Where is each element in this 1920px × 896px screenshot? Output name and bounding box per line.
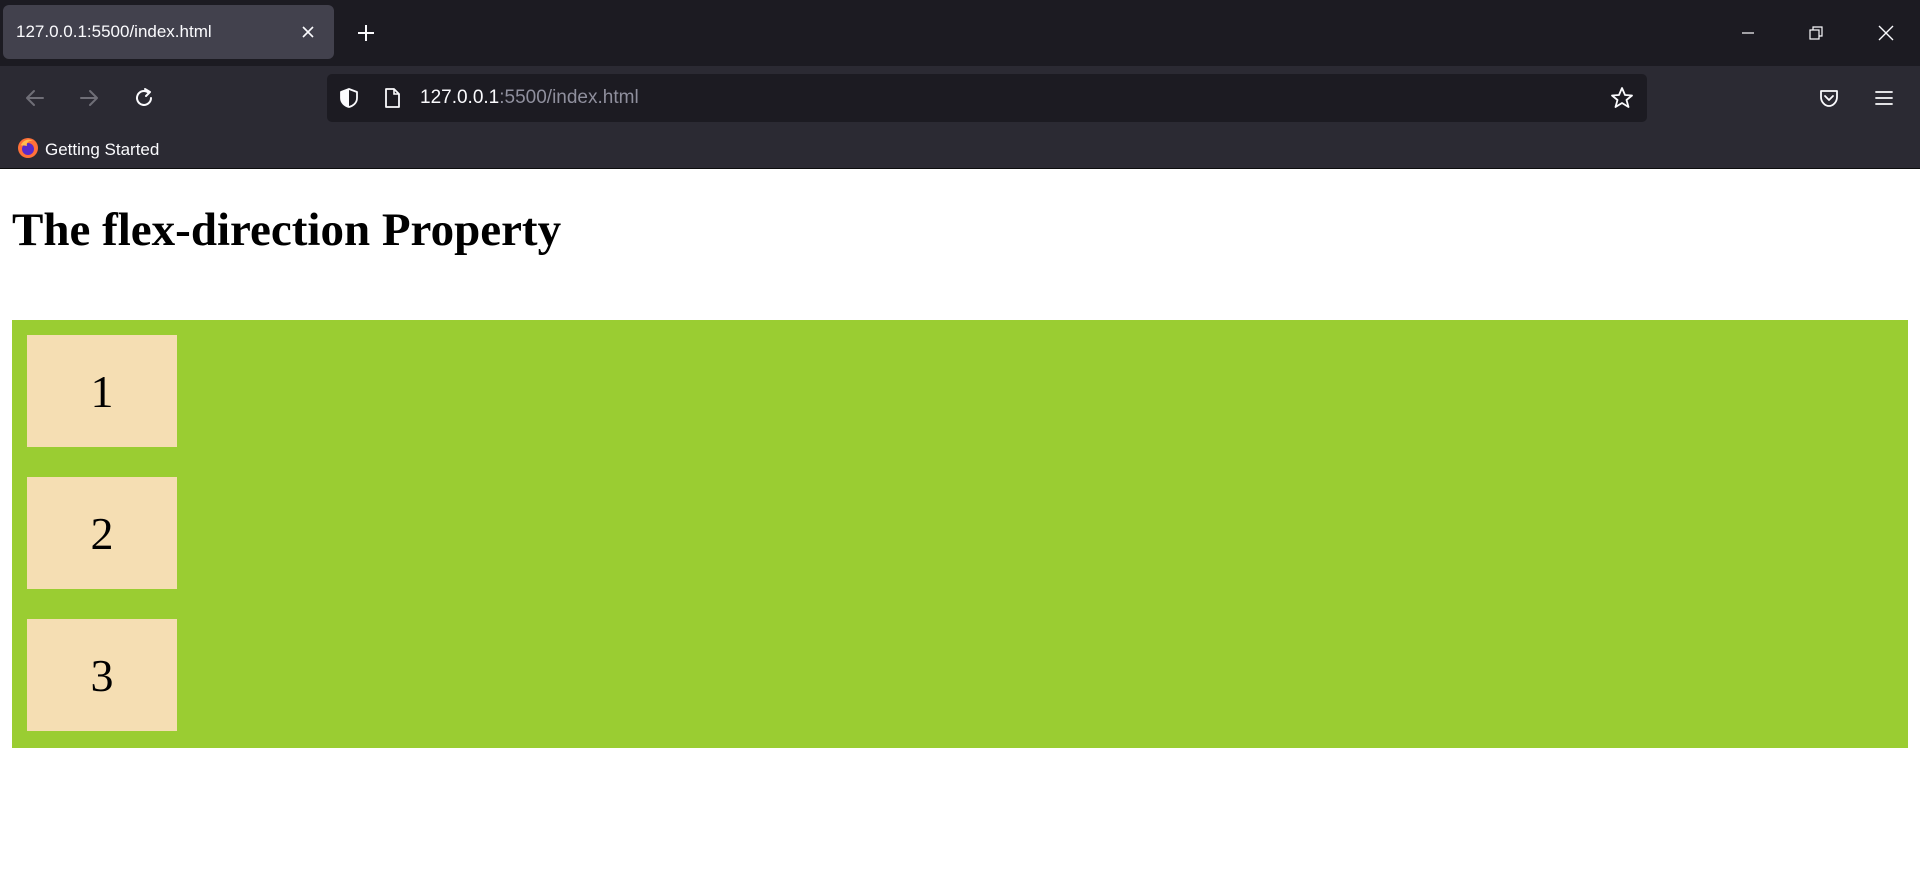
page-title: The flex-direction Property xyxy=(12,204,562,256)
url-path: :5500/index.html xyxy=(499,87,639,108)
forward-arrow-icon[interactable] xyxy=(71,80,107,116)
restore-icon[interactable] xyxy=(1782,0,1850,66)
shield-icon[interactable] xyxy=(337,86,361,110)
flex-container: 1 2 3 xyxy=(12,320,1908,748)
close-tab-icon[interactable] xyxy=(296,20,320,44)
browser-tab[interactable]: 127.0.0.1:5500/index.html xyxy=(3,5,334,59)
page-content: The flex-direction Property 1 2 3 xyxy=(0,169,1920,896)
minimize-icon[interactable] xyxy=(1714,0,1782,66)
url-host: 127.0.0.1 xyxy=(420,87,500,108)
bookmark-getting-started[interactable]: Getting Started xyxy=(17,138,159,162)
new-tab-icon[interactable] xyxy=(350,17,382,49)
page-icon[interactable] xyxy=(380,86,404,110)
pocket-icon[interactable] xyxy=(1811,80,1847,116)
bookmarks-toolbar: Getting Started xyxy=(0,130,1920,169)
menu-icon[interactable] xyxy=(1866,80,1902,116)
back-arrow-icon[interactable] xyxy=(17,80,53,116)
bookmark-label: Getting Started xyxy=(45,140,160,159)
tab-bar: 127.0.0.1:5500/index.html xyxy=(0,0,1920,66)
navigation-toolbar: 127.0.0.1:5500/index.html xyxy=(0,66,1920,130)
firefox-icon xyxy=(17,137,39,163)
flex-item-2: 2 xyxy=(27,477,177,589)
close-window-icon[interactable] xyxy=(1852,0,1920,66)
tab-title: 127.0.0.1:5500/index.html xyxy=(16,22,212,41)
flex-item-1: 1 xyxy=(27,335,177,447)
flex-item-3: 3 xyxy=(27,619,177,731)
reload-icon[interactable] xyxy=(126,80,162,116)
bookmark-star-icon[interactable] xyxy=(1610,86,1634,110)
url-text[interactable]: 127.0.0.1:5500/index.html xyxy=(420,87,639,109)
url-bar[interactable]: 127.0.0.1:5500/index.html xyxy=(327,74,1647,122)
